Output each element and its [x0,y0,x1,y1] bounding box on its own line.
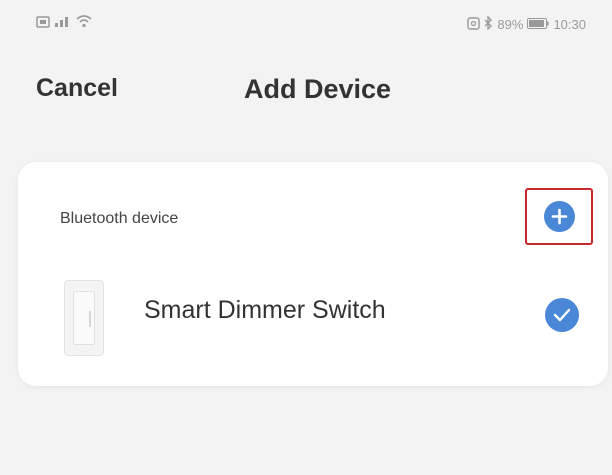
cancel-button[interactable]: Cancel [36,74,118,103]
status-left [36,14,92,33]
nfc-icon [467,16,481,33]
device-list-item[interactable]: Smart Dimmer Switch [18,270,608,360]
wifi-icon [76,14,92,33]
battery-percent: 89% [497,17,524,32]
check-circle-icon[interactable] [545,298,579,332]
page-title: Add Device [244,74,392,104]
device-name: Smart Dimmer Switch [144,296,386,324]
switch-plate [73,291,95,345]
sim-icon [36,15,50,33]
signal-icon [54,14,72,33]
header: Cancel Add Device [0,72,612,112]
bluetooth-device-card: Bluetooth device Smart Dimmer Switch [18,162,608,386]
status-bar: 89% 10:30 [0,14,612,38]
add-bluetooth-device-button[interactable] [525,188,593,245]
dimmer-slider [89,311,91,327]
battery-icon [527,17,550,32]
section-label: Bluetooth device [60,210,179,227]
device-thumbnail [64,280,104,356]
bluetooth-icon [484,15,493,33]
plus-circle-icon[interactable] [543,201,575,232]
status-right: 89% 10:30 [467,15,586,33]
status-time: 10:30 [553,17,586,32]
